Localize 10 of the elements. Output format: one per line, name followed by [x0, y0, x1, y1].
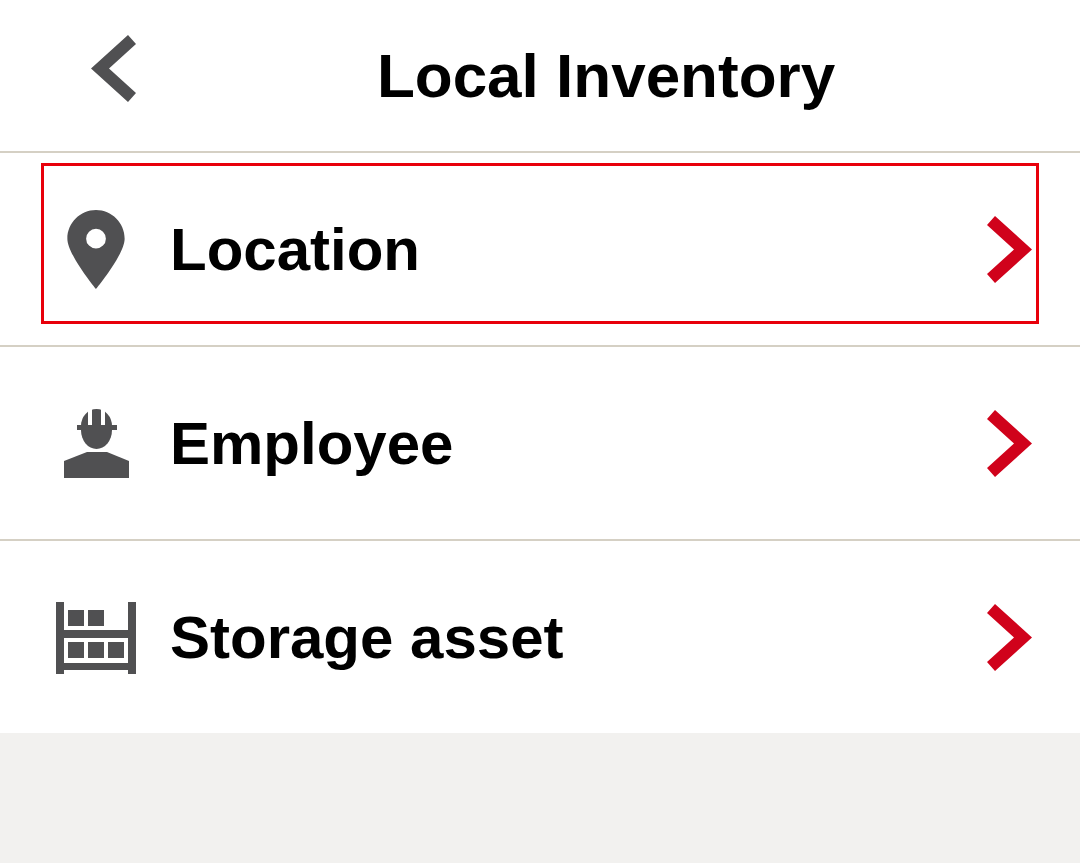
- chevron-right-icon: [987, 410, 1032, 477]
- worker-helmet-icon: [63, 409, 129, 478]
- map-pin-icon: [67, 210, 125, 289]
- chevron-left-icon: [90, 35, 136, 102]
- menu-list-item[interactable]: Employee: [41, 357, 1039, 518]
- chevron-right-icon: [987, 604, 1032, 671]
- menu-list-item[interactable]: Location: [41, 163, 1039, 324]
- shelf-with-boxes-icon: [56, 601, 136, 674]
- menu-list-item[interactable]: Storage asset: [41, 551, 1039, 712]
- chevron-right-icon: [987, 216, 1032, 283]
